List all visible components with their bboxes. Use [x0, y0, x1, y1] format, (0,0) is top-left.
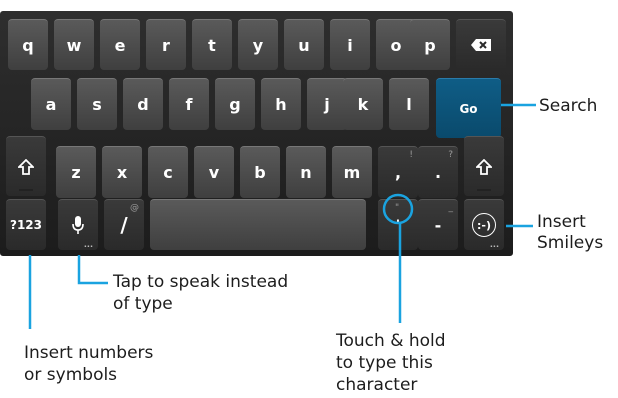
callout-numbers-line2: or symbols [24, 365, 118, 385]
callout-hold-line3: character [336, 375, 418, 395]
callout-hold-line2: to type this [336, 353, 433, 373]
callout-numbers-line1: Insert numbers [24, 343, 154, 363]
callout-lines [28, 103, 536, 329]
callout-hold-line1: Touch & hold [336, 331, 446, 351]
callout-search: Search [539, 96, 598, 116]
callout-line-speak [77, 255, 108, 285]
callout-speak-line2: of type [113, 294, 173, 314]
callout-circle-hold [382, 193, 414, 225]
callout-smileys-line1: Insert [537, 212, 586, 232]
callout-speak-line1: Tap to speak instead [113, 272, 289, 292]
callout-smileys-line2: Smileys [537, 233, 604, 253]
